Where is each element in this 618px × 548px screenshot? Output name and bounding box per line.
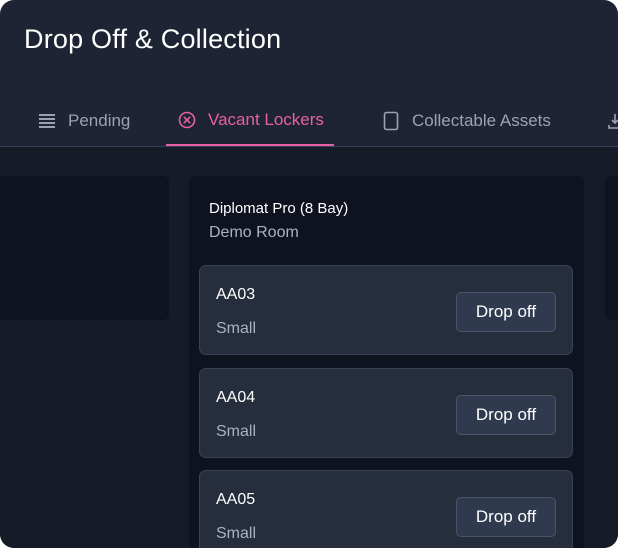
tab-label: Pending — [68, 111, 131, 130]
download-icon — [604, 110, 618, 132]
tab-label: Vacant Lockers — [208, 110, 324, 129]
tab-vacant-lockers[interactable]: Vacant Lockers — [166, 96, 334, 146]
locker-size: Small — [216, 423, 257, 440]
location-card-next[interactable] — [605, 176, 618, 320]
locker-size: Small — [216, 320, 257, 337]
locker-id: AA05 — [216, 491, 256, 508]
locker-row: AA05 Small Drop off — [199, 470, 573, 548]
tab-pending[interactable]: Pending — [36, 96, 130, 146]
location-name: Diplomat Pro (8 Bay) — [209, 200, 349, 217]
tab-collectable-assets[interactable]: Collectable Assets — [380, 96, 551, 146]
drop-off-button[interactable]: Drop off — [456, 497, 556, 537]
app-window: Drop Off & Collection Pending Vacant Loc… — [0, 0, 618, 548]
locker-row: AA04 Small Drop off — [199, 368, 573, 458]
drop-off-button[interactable]: Drop off — [456, 395, 556, 435]
locker-id: AA04 — [216, 389, 256, 406]
locker-id: AA03 — [216, 286, 256, 303]
location-card-previous[interactable]: ‹ — [0, 176, 169, 320]
drop-off-button[interactable]: Drop off — [456, 292, 556, 332]
location-room: Demo Room — [209, 224, 299, 241]
tab-bar: Pending Vacant Lockers Collectable Asset… — [0, 96, 618, 147]
tab-label: Collectable Assets — [412, 111, 551, 130]
locker-row: AA03 Small Drop off — [199, 265, 573, 355]
locker-size: Small — [216, 525, 257, 542]
circle-x-icon — [176, 109, 198, 131]
page-title: Drop Off & Collection — [24, 24, 282, 54]
location-card: Diplomat Pro (8 Bay) Demo Room AA03 Smal… — [189, 176, 584, 548]
tablet-icon — [380, 110, 402, 132]
lockers-panel: ‹ Diplomat Pro (8 Bay) Demo Room AA03 Sm… — [0, 147, 618, 548]
tab-overflow[interactable] — [604, 96, 618, 146]
list-icon — [36, 110, 58, 132]
